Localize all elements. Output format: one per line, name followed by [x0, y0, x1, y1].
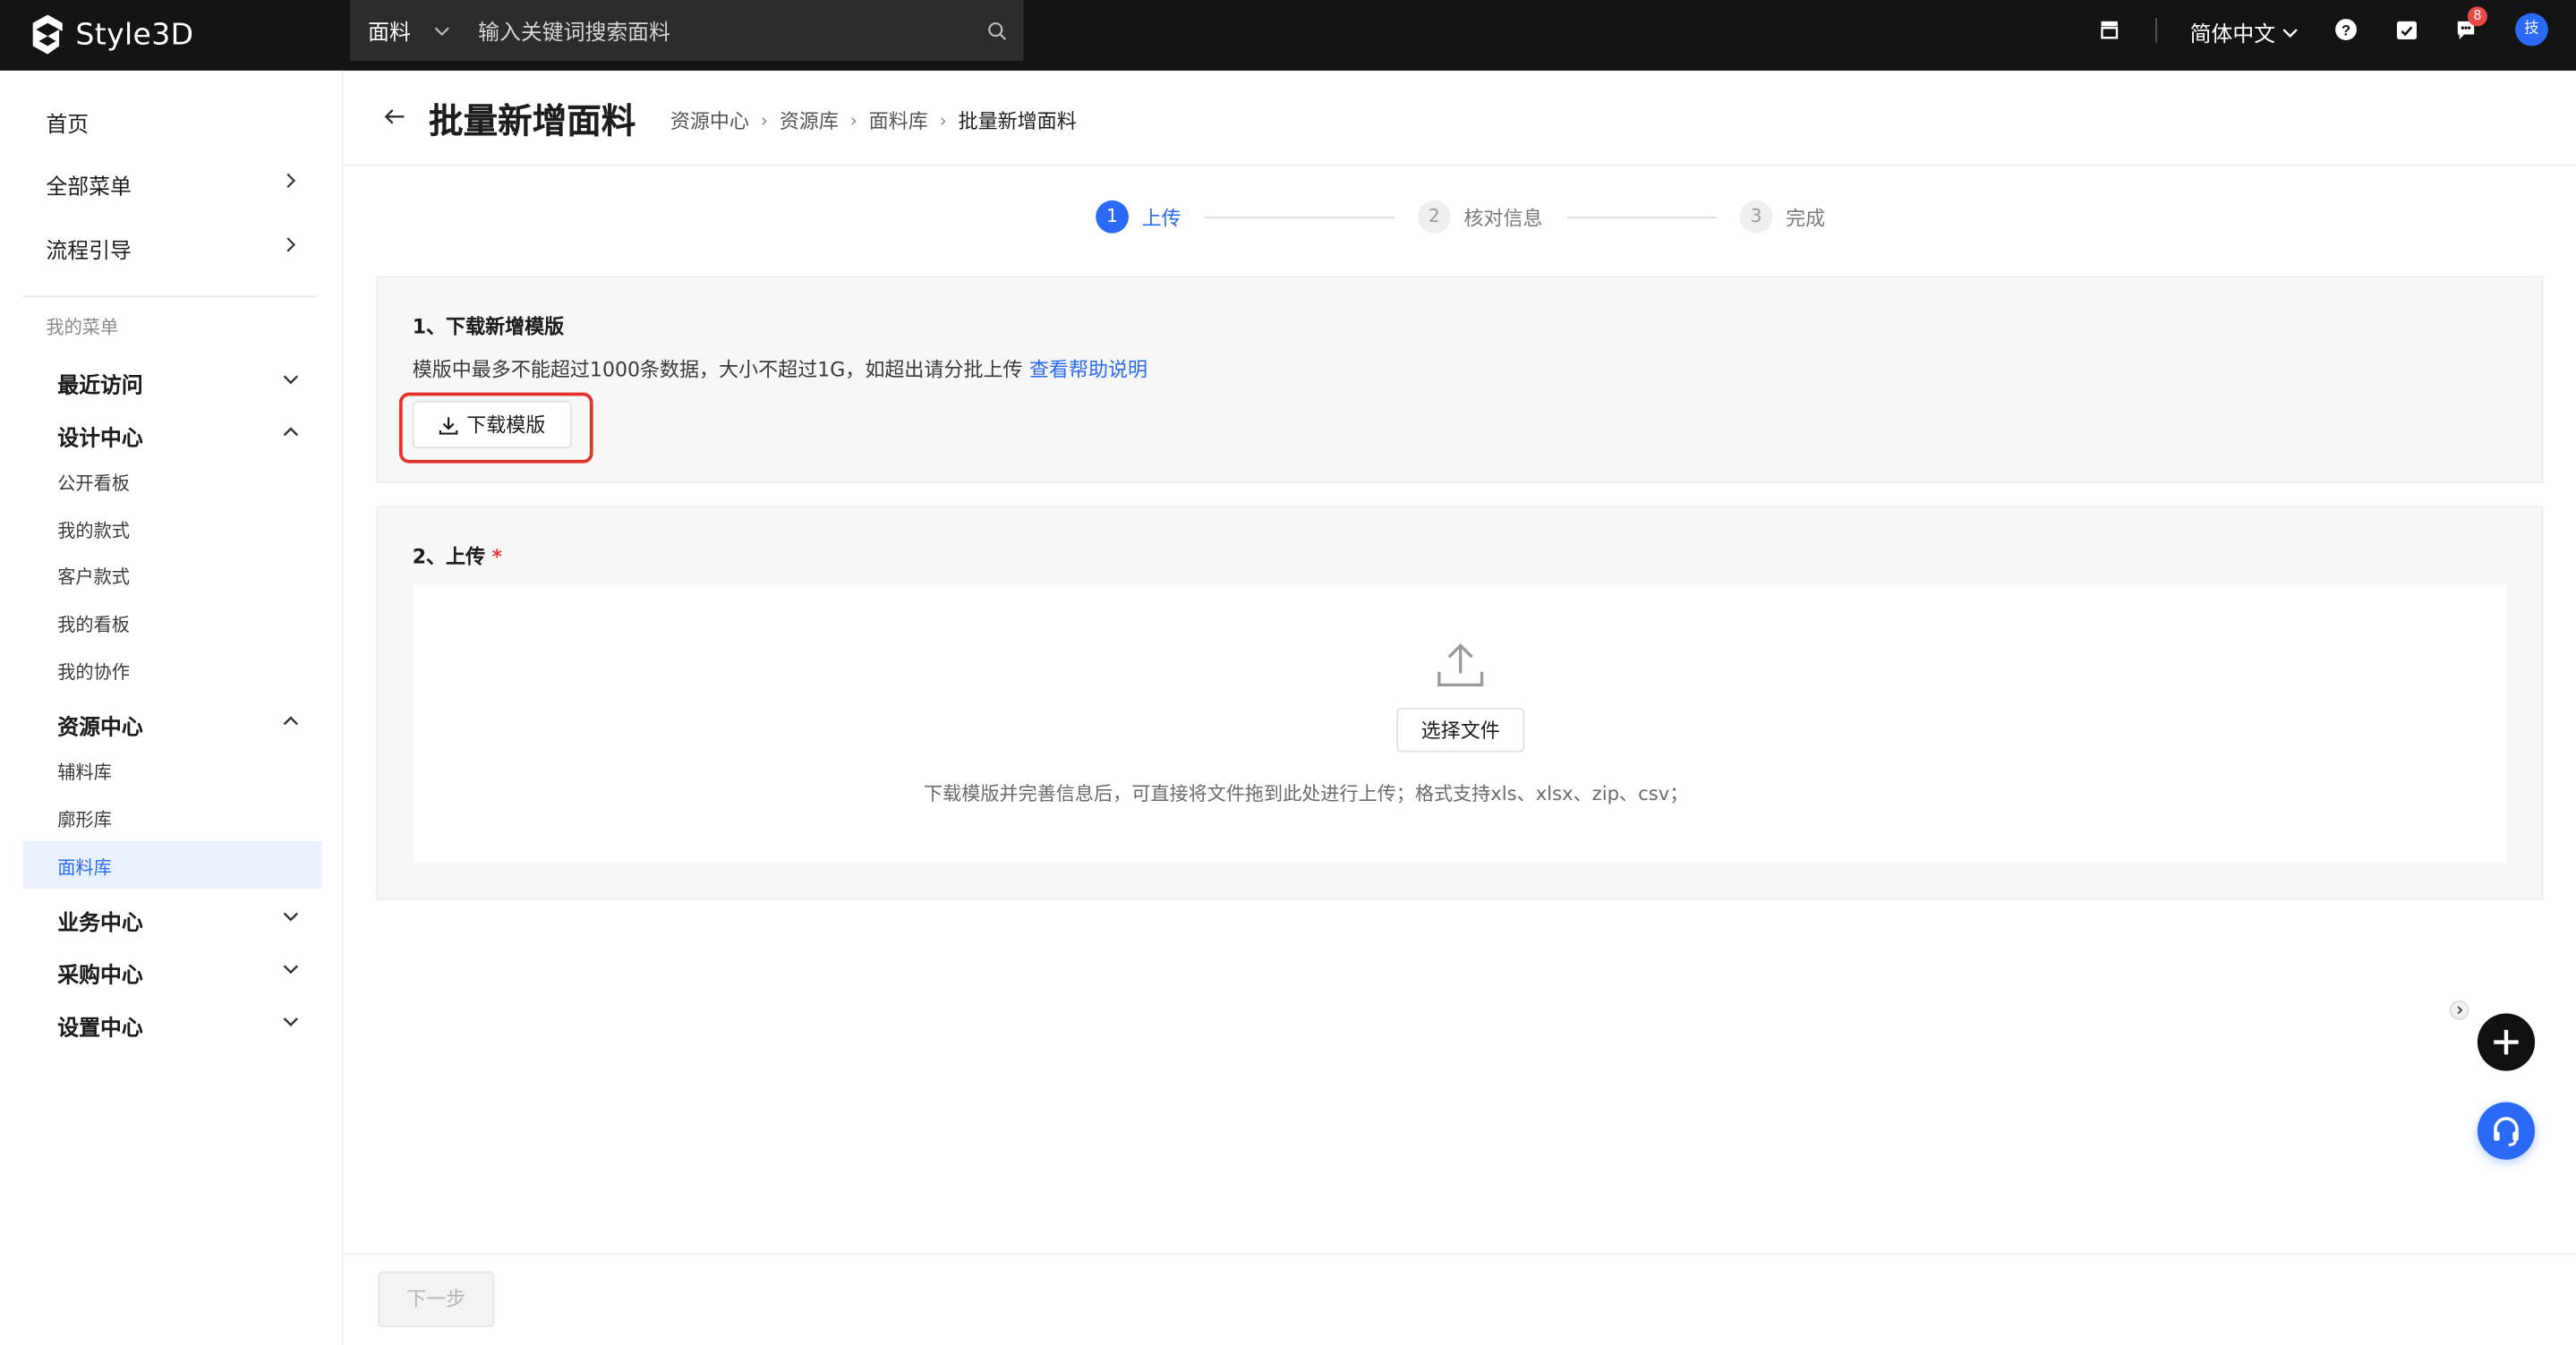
download-template-button[interactable]: 下载模版 — [412, 400, 572, 449]
language-label: 简体中文 — [2189, 22, 2276, 48]
store-icon[interactable] — [2098, 18, 2121, 41]
template-hint: 模版中最多不能超过1000条数据，大小不超过1G，如超出请分批上传 查看帮助说明 — [413, 354, 1147, 382]
sidebar-group-design[interactable]: 设计中心 — [57, 421, 142, 452]
drop-zone-hint: 下载模版并完善信息后，可直接将文件拖到此处进行上传；格式支持xls、xlsx、z… — [924, 781, 1689, 805]
step-2-label: 核对信息 — [1463, 207, 1543, 230]
chevron-up-icon[interactable] — [283, 713, 299, 729]
style3d-logo-icon — [32, 14, 63, 55]
sidebar-divider — [22, 295, 318, 298]
sidebar-item-my-board[interactable]: 我的看板 — [57, 611, 130, 637]
footer-divider — [343, 1253, 2576, 1256]
step-connector — [1567, 217, 1718, 219]
next-step-button[interactable]: 下一步 — [378, 1271, 495, 1328]
calendar-check-icon[interactable] — [2395, 18, 2418, 41]
select-file-button[interactable]: 选择文件 — [1396, 708, 1525, 753]
sidebar-group-recent[interactable]: 最近访问 — [57, 368, 142, 399]
download-template-label: 下载模版 — [466, 413, 546, 438]
search-input[interactable]: 输入关键词搜索面料 — [478, 15, 987, 47]
sidebar-item-my-styles[interactable]: 我的款式 — [57, 517, 130, 543]
chevron-down-icon[interactable] — [283, 908, 299, 924]
sidebar-item-home[interactable]: 首页 — [46, 106, 89, 139]
chevron-up-icon[interactable] — [283, 424, 299, 440]
step-1-label: 上传 — [1141, 207, 1181, 230]
sidebar-item-process-guide[interactable]: 流程引导 — [46, 234, 131, 265]
step-3-label: 完成 — [1786, 207, 1826, 230]
chevron-right-icon[interactable] — [283, 173, 299, 189]
step-2-number: 2 — [1418, 200, 1451, 234]
sidebar-item-silhouette-library[interactable]: 廓形库 — [57, 806, 112, 832]
breadcrumb-current: 批量新增面料 — [958, 109, 1077, 133]
breadcrumb-item[interactable]: 资源库 — [780, 106, 839, 134]
back-arrow-icon[interactable] — [383, 105, 406, 128]
chevron-down-icon — [2282, 28, 2298, 38]
breadcrumb-item[interactable]: 面料库 — [869, 106, 928, 134]
step-3-number: 3 — [1739, 200, 1773, 234]
required-mark: * — [491, 545, 502, 569]
sidebar-item-public-board[interactable]: 公开看板 — [57, 470, 130, 496]
sidebar-item-my-collaboration[interactable]: 我的协作 — [57, 659, 130, 685]
collapse-chevron-icon[interactable] — [2449, 1000, 2469, 1020]
brand-logo[interactable]: Style3D — [30, 10, 193, 59]
search-category-select[interactable]: 面料 — [368, 15, 411, 47]
sidebar-group-resource[interactable]: 资源中心 — [57, 710, 142, 741]
customer-service-headset-icon[interactable] — [2477, 1102, 2536, 1160]
template-hint-text: 模版中最多不能超过1000条数据，大小不超过1G，如超出请分批上传 — [412, 358, 1023, 381]
sidebar-item-customer-styles[interactable]: 客户款式 — [57, 564, 130, 590]
my-menu-label: 我的菜单 — [46, 317, 119, 339]
sidebar-item-fabric-library[interactable]: 面料库 — [57, 854, 112, 880]
section-2-title: 2、上传 * — [413, 542, 502, 570]
breadcrumb-separator: › — [849, 109, 857, 132]
breadcrumb-separator: › — [939, 109, 947, 132]
chevron-down-icon[interactable] — [283, 371, 299, 387]
global-search: 面料 输入关键词搜索面料 — [349, 0, 1024, 61]
chevron-down-icon[interactable] — [434, 22, 450, 38]
chevron-down-icon[interactable] — [283, 1013, 299, 1029]
message-count-badge: 8 — [2467, 6, 2487, 27]
language-select[interactable]: 简体中文 — [2190, 16, 2299, 47]
help-link[interactable]: 查看帮助说明 — [1029, 358, 1147, 381]
chevron-down-icon[interactable] — [283, 961, 299, 977]
breadcrumb-separator: › — [760, 109, 768, 132]
section-1-title: 1、下载新增模版 — [412, 315, 565, 339]
upload-icon — [1437, 643, 1484, 687]
topbar-divider — [2155, 18, 2157, 43]
help-icon[interactable]: ? — [2334, 18, 2358, 41]
page-title: 批量新增面料 — [429, 101, 636, 141]
svg-text:?: ? — [2341, 22, 2350, 38]
sidebar-group-settings[interactable]: 设置中心 — [57, 1010, 142, 1042]
breadcrumb-item[interactable]: 资源中心 — [670, 106, 749, 134]
step-1-number: 1 — [1096, 200, 1129, 234]
step-connector — [1204, 217, 1395, 219]
breadcrumb: 资源中心 › 资源库 › 面料库 › 批量新增面料 — [670, 106, 1077, 134]
section-2-title-text: 2、上传 — [412, 545, 486, 569]
chevron-right-icon[interactable] — [283, 236, 299, 252]
brand-name: Style3D — [75, 17, 194, 52]
user-avatar[interactable]: 技 — [2515, 13, 2548, 47]
top-bar: Style3D 面料 输入关键词搜索面料 简体中文 ? 8 技 — [0, 0, 2576, 71]
sidebar-group-business[interactable]: 业务中心 — [57, 905, 142, 937]
add-fab-icon[interactable] — [2477, 1013, 2536, 1071]
sidebar-group-purchase[interactable]: 采购中心 — [57, 958, 142, 989]
download-icon — [439, 416, 458, 434]
search-icon[interactable] — [987, 21, 1007, 40]
sidebar-item-all-menus[interactable]: 全部菜单 — [46, 169, 131, 200]
